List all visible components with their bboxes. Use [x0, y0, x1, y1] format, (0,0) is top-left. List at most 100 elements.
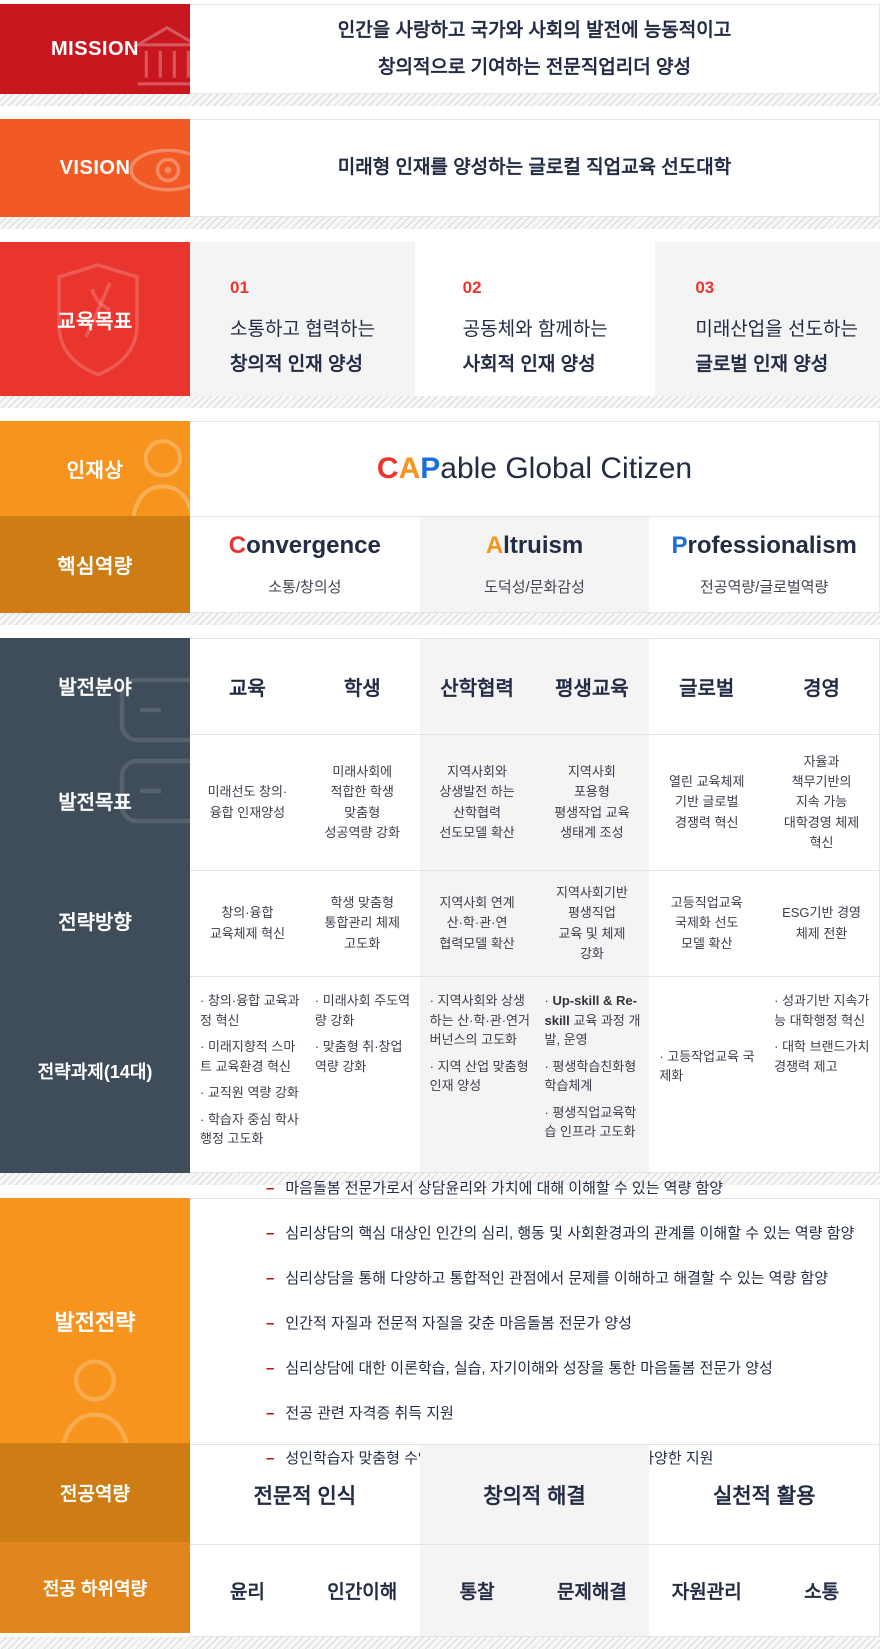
- task: 평생학습친화형 학습체계: [544, 1057, 645, 1096]
- edu-goal-card: 02 공동체와 함께하는 사회적 인재 양성: [423, 242, 648, 396]
- divider-hatch: [0, 613, 880, 625]
- core-item: Professionalism 전공역량/글로벌역량: [649, 517, 879, 612]
- core-sub: 소통/창의성: [268, 576, 341, 597]
- talent-label-panel: 인재상: [0, 421, 190, 516]
- edu-goal-card: 03 미래산업을 선도하는 글로벌 인재 양성: [655, 242, 880, 396]
- edu-goals-section: 교육목표 01 소통하고 협력하는 창의적 인재 양성 02 공동체와 함께하는…: [0, 242, 880, 396]
- dev-direction: ESG기반 경영 체제 전환: [764, 871, 879, 976]
- brand-letter-a: A: [399, 452, 421, 485]
- submajor-item: 소통: [764, 1577, 879, 1604]
- dev-goal: 미래선도 창의· 융합 인재양성: [190, 735, 305, 870]
- development-content: 교육 학생 산학협력 평생교육 글로벌 경영 미래선도 창의· 융합 인재양성 …: [190, 638, 880, 1173]
- edu-goals-label-panel: 교육목표: [0, 242, 190, 396]
- dev-task-col: 창의·융합 교육과정 혁신 미래지향적 스마트 교육환경 혁신 교직원 역량 강…: [190, 977, 305, 1172]
- dev-tasks-row: 창의·융합 교육과정 혁신 미래지향적 스마트 교육환경 혁신 교직원 역량 강…: [190, 976, 879, 1172]
- dev-tasks-label: 전략과제(14대): [0, 973, 190, 1168]
- dev-direction: 지역사회기반 평생직업 교육 및 체제 강화: [534, 871, 649, 976]
- task: 미래지향적 스마트 교육환경 혁신: [200, 1037, 301, 1076]
- vision-section: VISION 미래형 인재를 양성하는 글로컬 직업교육 선도대학: [0, 119, 880, 217]
- vision-content: 미래형 인재를 양성하는 글로컬 직업교육 선도대학: [190, 119, 880, 217]
- talent-section: 인재상 CAPable Global Citizen: [0, 421, 880, 516]
- dev-field: 교육: [190, 639, 305, 734]
- strategy-bullet: 전공 관련 자격증 취득 지원: [266, 1403, 859, 1424]
- dev-field: 산학협력: [420, 639, 535, 734]
- brand-letter-c: C: [377, 452, 399, 485]
- talent-content: CAPable Global Citizen: [190, 421, 880, 516]
- dev-task-col: 고등작업교육 국제화: [649, 977, 764, 1172]
- strategy-bullets: 마음돌봄 전문가로서 상담윤리와 가치에 대해 이해할 수 있는 역량 함양 심…: [190, 1199, 879, 1444]
- edu-goals-content: 01 소통하고 협력하는 창의적 인재 양성 02 공동체와 함께하는 사회적 …: [190, 242, 880, 396]
- task: 교직원 역량 강화: [200, 1083, 299, 1103]
- vision-label: VISION: [60, 157, 131, 180]
- core-item: Altruism 도덕성/문화감성: [420, 517, 650, 612]
- task: 지역사회와 상생하는 산·학·관·연거버넌스의 고도화: [430, 991, 531, 1050]
- submajor-item: 자원관리: [649, 1577, 764, 1604]
- edu-goal-card: 01 소통하고 협력하는 창의적 인재 양성: [190, 242, 415, 396]
- task: 맞춤형 취·창업 역량 강화: [315, 1037, 416, 1076]
- goal-line1: 소통하고 협력하는: [230, 314, 415, 341]
- strategy-bullet: 심리상담에 대한 이론학습, 실습, 자기이해와 성장을 통한 마음돌봄 전문가…: [266, 1358, 859, 1379]
- dev-direction: 학생 맞춤형 통합관리 체제 고도화: [305, 871, 420, 976]
- dev-task-col: 성과기반 지속가능 대학행정 혁신 대학 브랜드가치 경쟁력 제고: [764, 977, 879, 1172]
- major-label-cell: 전공역량: [0, 1443, 190, 1542]
- core-competency-section: 핵심역량 Convergence 소통/창의성 Altruism 도덕성/문화감…: [0, 516, 880, 613]
- submajor-group: 윤리 인간이해: [190, 1545, 420, 1636]
- dev-task-col: 미래사회 주도역량 강화 맞춤형 취·창업 역량 강화: [305, 977, 420, 1172]
- major-item: 창의적 해결: [420, 1445, 650, 1544]
- task: 창의·융합 교육과정 혁신: [200, 991, 301, 1030]
- divider-hatch: [0, 217, 880, 229]
- task: 학습자 중심 학사행정 고도화: [200, 1110, 301, 1149]
- goal-number: 02: [463, 278, 648, 298]
- submajor-group: 자원관리 소통: [649, 1545, 879, 1636]
- submajor-group: 통찰 문제해결: [420, 1545, 650, 1636]
- development-section: 발전분야 발전목표 전략방향 전략과제(14대) 교육 학생 산학협력 평생교육…: [0, 638, 880, 1173]
- task: 대학 브랜드가치 경쟁력 제고: [774, 1037, 875, 1076]
- task: 미래사회 주도역량 강화: [315, 991, 416, 1030]
- strategy-label-panel: 발전전략 전공역량 전공 하위역량: [0, 1198, 190, 1637]
- core-label: 핵심역량: [57, 550, 133, 579]
- core-word-rest: ltruism: [503, 532, 583, 559]
- edu-goals-label: 교육목표: [57, 305, 133, 334]
- goal-line1: 미래산업을 선도하는: [695, 314, 880, 341]
- dev-direction: 지역사회 연계 산·학·관·연 협력모델 확산: [420, 871, 535, 976]
- talent-label: 인재상: [67, 454, 124, 483]
- goal-number: 03: [695, 278, 880, 298]
- core-word-rest: rofessionalism: [687, 532, 856, 559]
- mission-label-panel: MISSION: [0, 4, 190, 94]
- mission-content: 인간을 사랑하고 국가와 사회의 발전에 능동적이고 창의적으로 기여하는 전문…: [190, 4, 880, 94]
- vision-text: 미래형 인재를 양성하는 글로컬 직업교육 선도대학: [338, 149, 731, 186]
- dev-goals-label: 발전목표: [0, 733, 190, 868]
- strategy-bullet: 심리상담을 통해 다양하고 통합적인 관점에서 문제를 이해하고 해결할 수 있…: [266, 1268, 859, 1289]
- core-label-panel: 핵심역량: [0, 516, 190, 613]
- dev-goal: 열린 교육체제 기반 글로벌 경쟁력 혁신: [649, 735, 764, 870]
- major-item: 실천적 활용: [649, 1445, 879, 1544]
- core-sub: 도덕성/문화감성: [484, 576, 585, 597]
- strategy-section: 발전전략 전공역량 전공 하위역량 마음돌봄 전문가로서 상담윤리와 가치에 대…: [0, 1198, 880, 1637]
- major-row: 전문적 인식 창의적 해결 실천적 활용: [190, 1444, 879, 1544]
- strategy-bullet: 마음돌봄 전문가로서 상담윤리와 가치에 대해 이해할 수 있는 역량 함양: [266, 1178, 859, 1199]
- core-content: Convergence 소통/창의성 Altruism 도덕성/문화감성 Pro…: [190, 516, 880, 613]
- divider-hatch: [0, 396, 880, 408]
- dev-directions-row: 창의·융합 교육체제 혁신 학생 맞춤형 통합관리 체제 고도화 지역사회 연계…: [190, 870, 879, 976]
- dev-field: 평생교육: [534, 639, 649, 734]
- dev-directions-label: 전략방향: [0, 868, 190, 973]
- submajor-item: 문제해결: [535, 1577, 650, 1604]
- submajor-item: 윤리: [190, 1577, 305, 1604]
- eye-icon: [126, 137, 190, 203]
- strategy-label-cell: 발전전략: [0, 1198, 190, 1443]
- goal-line1: 공동체와 함께하는: [463, 314, 648, 341]
- core-sub: 전공역량/글로벌역량: [700, 576, 828, 597]
- dev-fields-label: 발전분야: [0, 638, 190, 733]
- core-word-rest: onvergence: [246, 532, 381, 559]
- dev-goal: 지역사회와 상생발전 하는 산학협력 선도모델 확산: [420, 735, 535, 870]
- dev-field: 글로벌: [649, 639, 764, 734]
- strategy-content: 마음돌봄 전문가로서 상담윤리와 가치에 대해 이해할 수 있는 역량 함양 심…: [190, 1198, 880, 1637]
- dev-task-col: 지역사회와 상생하는 산·학·관·연거버넌스의 고도화 지역 산업 맞춤형 인재…: [420, 977, 535, 1172]
- task: 성과기반 지속가능 대학행정 혁신: [774, 991, 875, 1030]
- page: MISSION 인간을 사랑하고 국가와 사회의 발전에 능동적이고 창의적으로…: [0, 0, 880, 1649]
- vision-label-panel: VISION: [0, 119, 190, 217]
- goal-line2: 창의적 인재 양성: [230, 349, 415, 376]
- dev-direction: 고등직업교육 국제화 선도 모델 확산: [649, 871, 764, 976]
- submajor-item: 인간이해: [305, 1577, 420, 1604]
- submajor-item: 통찰: [420, 1577, 535, 1604]
